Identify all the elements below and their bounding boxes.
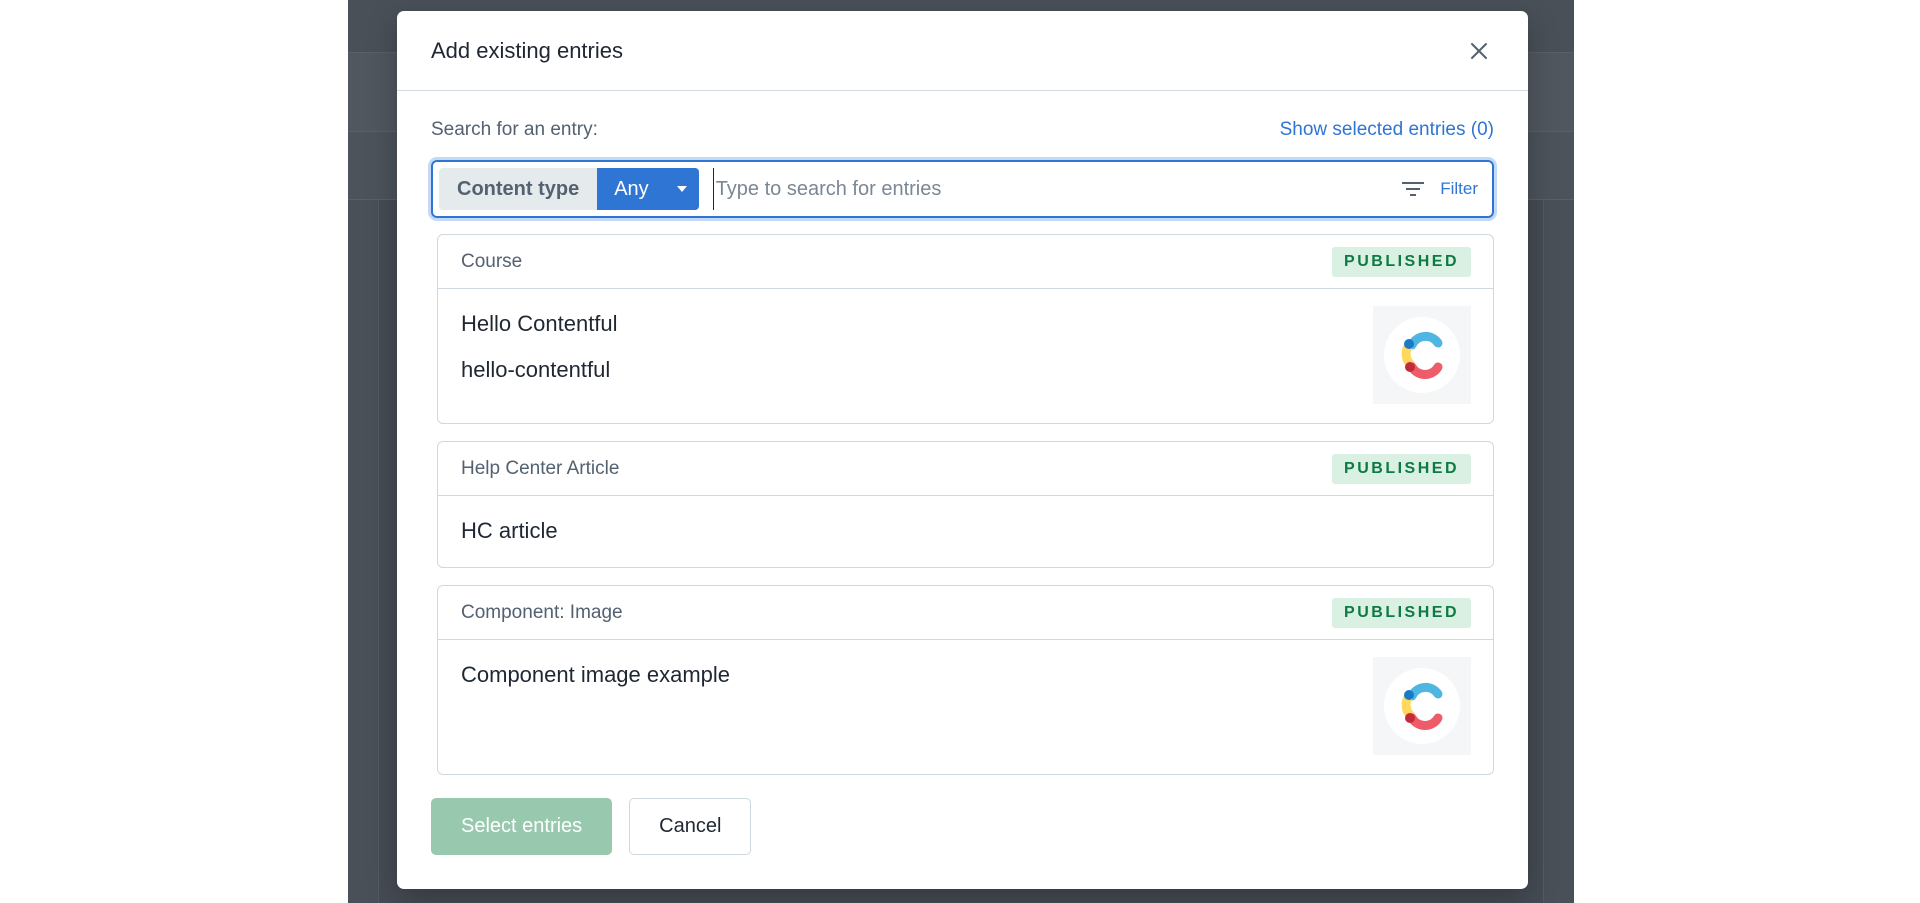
filter-button[interactable]: Filter <box>1390 179 1486 199</box>
entry-card[interactable]: Course PUBLISHED Hello Contentful hello-… <box>437 234 1494 424</box>
entry-title: HC article <box>461 518 558 543</box>
search-row: Search for an entry: Show selected entri… <box>431 119 1494 141</box>
entry-content-type: Course <box>461 250 523 272</box>
entry-card[interactable]: Help Center Article PUBLISHED HC article <box>437 441 1494 568</box>
add-entries-modal: Add existing entries Search for an entry… <box>397 11 1528 889</box>
cancel-button[interactable]: Cancel <box>629 798 752 855</box>
entry-card-body: Component image example <box>438 640 1493 774</box>
entry-card-body: HC article <box>438 496 1493 567</box>
close-icon <box>1471 42 1487 59</box>
search-bar: Content type Any Filter <box>431 160 1494 218</box>
entry-content-type: Component: Image <box>461 601 623 623</box>
entry-title: Hello Contentful <box>461 311 618 336</box>
modal-header: Add existing entries <box>397 11 1528 91</box>
select-entries-button[interactable]: Select entries <box>431 798 613 855</box>
screen: Add existing entries Search for an entry… <box>0 0 1920 903</box>
entry-description: hello-contentful <box>461 357 611 382</box>
content-type-value: Any <box>614 177 649 200</box>
entry-title: Component image example <box>461 662 731 687</box>
status-badge: PUBLISHED <box>1332 597 1471 628</box>
close-button[interactable] <box>1464 36 1494 66</box>
entry-content-type: Help Center Article <box>461 457 620 479</box>
filter-label: Filter <box>1440 179 1478 198</box>
status-badge: PUBLISHED <box>1332 246 1471 277</box>
modal-footer: Select entries Cancel <box>431 798 752 855</box>
chevron-down-icon <box>676 186 687 192</box>
entry-thumbnail <box>1373 306 1471 404</box>
contentful-logo-icon <box>1384 317 1460 393</box>
entry-card[interactable]: Component: Image PUBLISHED Component ima… <box>437 585 1494 775</box>
content-type-select[interactable]: Any <box>597 168 699 210</box>
filter-icon <box>1402 182 1425 196</box>
entry-card-header: Component: Image PUBLISHED <box>438 586 1493 640</box>
show-selected-entries-link[interactable]: Show selected entries (0) <box>1280 119 1494 141</box>
status-badge: PUBLISHED <box>1332 453 1471 484</box>
modal-body: Search for an entry: Show selected entri… <box>397 119 1528 775</box>
contentful-logo-icon <box>1384 668 1460 744</box>
content-type-label: Content type <box>439 168 598 210</box>
search-label: Search for an entry: <box>431 119 598 140</box>
entry-card-body: Hello Contentful hello-contentful <box>438 289 1493 423</box>
entry-card-header: Help Center Article PUBLISHED <box>438 442 1493 496</box>
entry-thumbnail <box>1373 657 1471 755</box>
entries-list: Course PUBLISHED Hello Contentful hello-… <box>431 234 1494 775</box>
entry-card-header: Course PUBLISHED <box>438 235 1493 289</box>
search-input[interactable] <box>712 168 1391 210</box>
modal-title: Add existing entries <box>431 37 623 63</box>
